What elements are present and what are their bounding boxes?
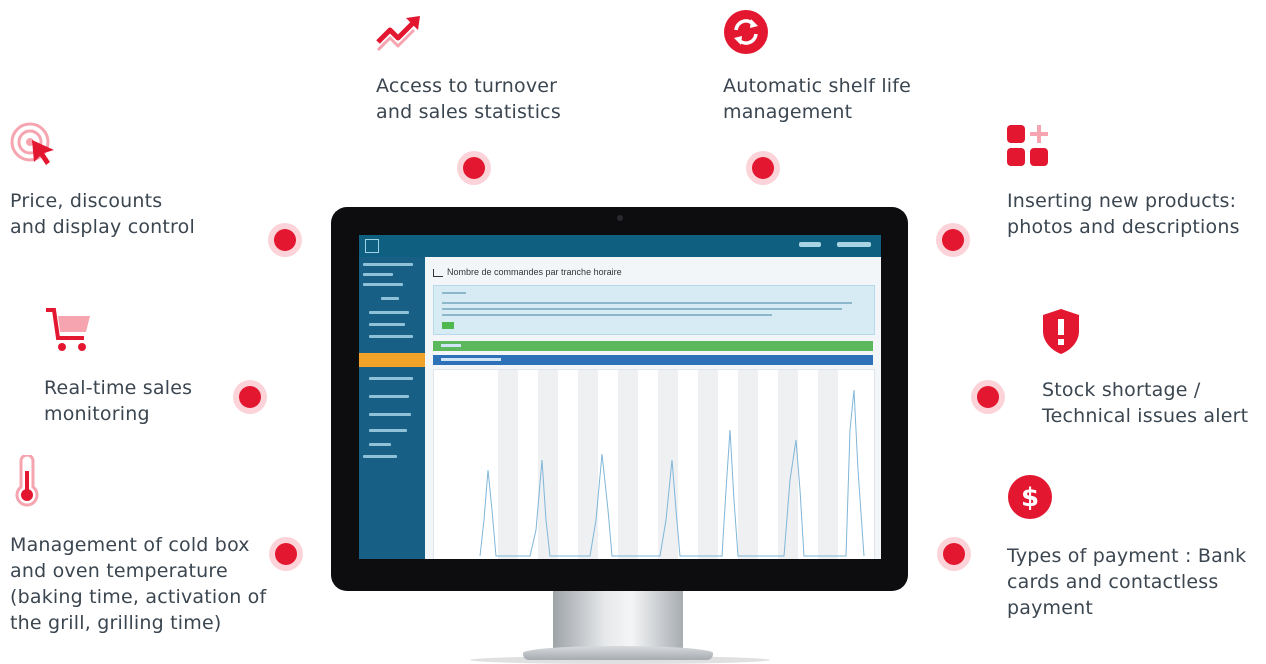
info-text <box>442 302 852 304</box>
shield-alert-icon <box>1043 309 1079 354</box>
page-title-text: Nombre de commandes par tranche horaire <box>447 267 622 277</box>
feature-sales: Real-time sales monitoring <box>44 375 192 427</box>
add-grid-icon <box>1007 125 1048 166</box>
feature-text: Technical issues alert <box>1042 405 1249 427</box>
topbar-item[interactable] <box>799 242 821 247</box>
feature-text: and oven temperature <box>10 560 228 582</box>
panel-text <box>441 344 461 347</box>
feature-text: payment <box>1007 597 1094 619</box>
feature-text: Stock shortage / <box>1042 379 1201 401</box>
sidebar-item[interactable] <box>363 455 397 458</box>
sidebar-item[interactable] <box>363 283 403 286</box>
monitor-base <box>523 646 713 660</box>
svg-text:$: $ <box>1021 483 1039 513</box>
monitor: Nombre de commandes par tranche horaire <box>331 207 908 591</box>
feature-text: management <box>723 101 853 123</box>
info-box <box>433 285 875 335</box>
feature-text: Automatic shelf life <box>723 75 912 97</box>
chart-band <box>578 370 598 559</box>
refresh-icon <box>724 10 768 54</box>
info-button[interactable] <box>442 322 454 329</box>
connector-dot <box>752 157 774 179</box>
topbar-item[interactable] <box>837 242 871 247</box>
dollar-icon: $ <box>1008 475 1052 519</box>
feature-price: Price, discounts and display control <box>10 188 195 240</box>
sidebar-item[interactable] <box>369 311 409 314</box>
feature-text: Access to turnover <box>376 75 558 97</box>
sidebar-item[interactable] <box>369 429 407 432</box>
monitor-stand <box>553 591 683 649</box>
feature-payment: Types of payment : Bank cards and contac… <box>1007 543 1246 621</box>
sidebar-item[interactable] <box>381 297 399 300</box>
app-logo <box>365 239 379 253</box>
sidebar-item-active[interactable] <box>359 353 425 367</box>
chart-band <box>738 370 758 559</box>
connector-dot <box>239 386 261 408</box>
feature-text: Types of payment : Bank <box>1007 545 1247 567</box>
feature-text: Price, discounts <box>10 190 163 212</box>
info-text <box>442 314 772 316</box>
sidebar-item[interactable] <box>369 335 413 338</box>
info-text <box>442 308 842 310</box>
chart-band <box>698 370 718 559</box>
sidebar-item[interactable] <box>369 395 409 398</box>
click-target-icon <box>10 122 54 165</box>
sidebar-item[interactable] <box>369 413 411 416</box>
sidebar-item[interactable] <box>369 377 413 380</box>
feature-text: monitoring <box>44 403 150 425</box>
chart-band <box>538 370 558 559</box>
connector-dot <box>977 386 999 408</box>
sidebar-item[interactable] <box>369 323 405 326</box>
feature-text: the grill, grilling time) <box>10 612 222 634</box>
feature-text: Real-time sales <box>44 377 193 399</box>
feature-text: Inserting new products: <box>1007 190 1237 212</box>
sidebar-item[interactable] <box>363 263 413 266</box>
sidebar-item[interactable] <box>363 273 393 276</box>
filter-panel[interactable] <box>433 341 873 351</box>
chart-band <box>658 370 678 559</box>
cart-icon <box>46 308 90 351</box>
connector-dot <box>275 543 297 565</box>
feature-text: cards and contactless <box>1007 571 1219 593</box>
line-chart-icon <box>433 268 443 277</box>
chart-area <box>433 369 875 559</box>
screen-sidebar <box>359 257 425 559</box>
feature-text: and display control <box>10 216 195 238</box>
feature-turnover: Access to turnover and sales statistics <box>376 73 561 125</box>
feature-text: and sales statistics <box>376 101 561 123</box>
feature-text: Management of cold box <box>10 534 250 556</box>
chart-panel-header[interactable] <box>433 355 873 365</box>
info-text <box>442 292 466 294</box>
chart-band <box>818 370 838 559</box>
connector-dot <box>274 229 296 251</box>
screen-topbar <box>359 235 881 257</box>
thermometer-icon <box>15 455 39 507</box>
monitor-screen: Nombre de commandes par tranche horaire <box>359 235 881 559</box>
connector-dot <box>463 157 485 179</box>
feature-products: Inserting new products: photos and descr… <box>1007 188 1240 240</box>
chart-band <box>618 370 638 559</box>
chart-band <box>778 370 798 559</box>
chart-band <box>498 370 518 559</box>
feature-shelf-life: Automatic shelf life management <box>723 73 911 125</box>
feature-stock: Stock shortage / Technical issues alert <box>1042 377 1248 429</box>
connector-dot <box>943 543 965 565</box>
connector-dot <box>942 229 964 251</box>
monitor-camera <box>617 215 623 221</box>
feature-text: (baking time, activation of <box>10 586 267 608</box>
page-title: Nombre de commandes par tranche horaire <box>433 267 622 277</box>
sidebar-item[interactable] <box>369 443 391 446</box>
trending-up-icon <box>376 16 420 52</box>
panel-text <box>441 358 501 361</box>
feature-temperature: Management of cold box and oven temperat… <box>10 532 266 636</box>
orders-chart <box>479 370 865 559</box>
feature-text: photos and descriptions <box>1007 216 1240 238</box>
